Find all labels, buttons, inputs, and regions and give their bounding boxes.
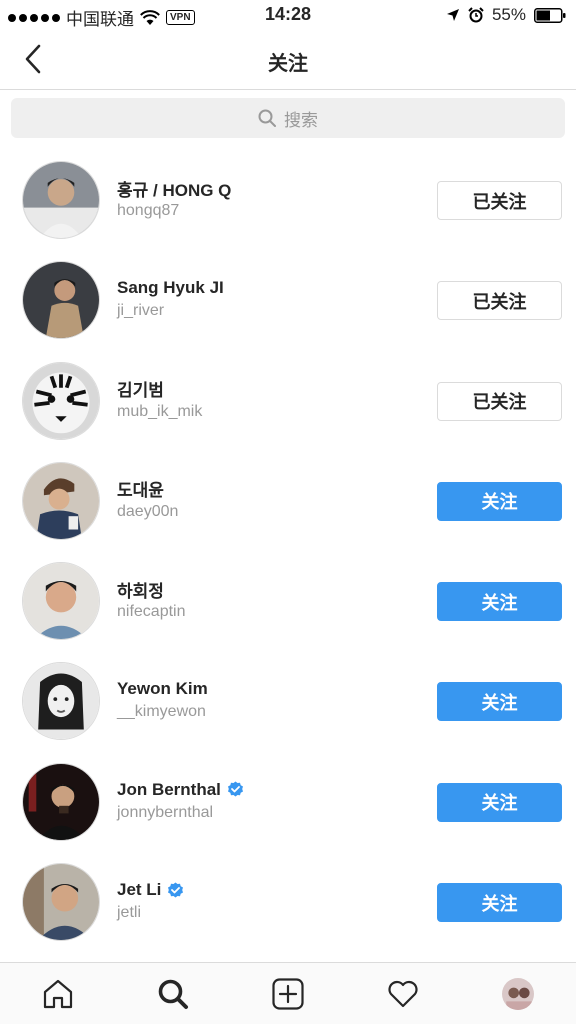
follow-button[interactable]: 关注 <box>437 582 562 622</box>
tab-search[interactable] <box>143 969 203 1019</box>
avatar[interactable] <box>22 863 100 942</box>
tab-profile[interactable] <box>488 969 548 1019</box>
tab-add-post[interactable] <box>258 969 318 1019</box>
status-right: 55% <box>446 5 566 25</box>
user-info[interactable]: Yewon Kim __kimyewon <box>117 678 208 721</box>
avatar[interactable] <box>22 261 100 340</box>
user-handle: mub_ik_mik <box>117 402 203 420</box>
follow-button[interactable]: 关注 <box>437 782 562 822</box>
avatar[interactable] <box>22 562 100 641</box>
user-handle: jetli <box>117 904 142 922</box>
user-info[interactable]: 홍규 / HONG Q hongq87 <box>117 177 231 220</box>
user-info[interactable]: Sang Hyuk JI ji_river <box>117 277 224 320</box>
user-info[interactable]: Jet Li jetli <box>117 879 184 922</box>
following-button[interactable]: 已关注 <box>437 381 562 421</box>
navigation-bar: 关注 <box>0 30 576 90</box>
list-item[interactable]: Jet Li jetli 关注 <box>0 852 576 952</box>
user-name: Jet Li <box>117 879 184 901</box>
status-bar: 中国联通 VPN 14:28 55% <box>0 0 576 30</box>
alarm-clock-icon <box>468 7 484 23</box>
avatar[interactable] <box>22 762 100 841</box>
tab-bar <box>0 962 576 1024</box>
home-icon <box>43 979 72 1008</box>
page-title: 关注 <box>268 53 308 75</box>
user-name: 하회정 <box>117 581 164 601</box>
tab-activity[interactable] <box>373 969 433 1019</box>
search-placeholder: 搜索 <box>284 110 318 130</box>
battery-percent: 55% <box>491 5 526 24</box>
heart-icon <box>388 980 418 1007</box>
profile-avatar <box>502 977 535 1010</box>
user-handle: jonnybernthal <box>117 803 214 821</box>
user-info[interactable]: 도대윤 daey00n <box>117 478 178 521</box>
user-info[interactable]: 하회정 nifecaptin <box>117 578 186 621</box>
list-item[interactable]: Sang Hyuk JI ji_river 已关注 <box>0 250 576 350</box>
user-name: Yewon Kim <box>117 679 208 699</box>
user-name: 도대윤 <box>117 481 164 501</box>
follow-button[interactable]: 关注 <box>437 481 562 521</box>
list-item[interactable]: 김기범 mub_ik_mik 已关注 <box>0 351 576 451</box>
following-button[interactable]: 已关注 <box>437 281 562 321</box>
following-list: 홍규 / HONG Q hongq87 已关注 Sang Hyuk JI ji_… <box>0 150 576 952</box>
user-handle: hongq87 <box>117 202 180 219</box>
list-item[interactable]: Jon Bernthal jonnybernthal 关注 <box>0 752 576 852</box>
avatar[interactable] <box>22 662 100 741</box>
user-name: Jon Bernthal <box>117 779 244 801</box>
user-info[interactable]: Jon Bernthal jonnybernthal <box>117 779 244 822</box>
search-input[interactable]: 搜索 <box>11 98 565 138</box>
user-handle: __kimyewon <box>117 703 206 721</box>
list-item[interactable]: 홍규 / HONG Q hongq87 已关注 <box>0 150 576 250</box>
user-info[interactable]: 김기범 mub_ik_mik <box>117 378 202 421</box>
following-button[interactable]: 已关注 <box>437 181 562 220</box>
list-item[interactable]: 도대윤 daey00n 关注 <box>0 451 576 551</box>
user-handle: nifecaptin <box>117 603 186 621</box>
list-item[interactable]: Yewon Kim __kimyewon 关注 <box>0 651 576 751</box>
user-name: Sang Hyuk JI <box>117 278 224 298</box>
user-handle: ji_river <box>117 302 165 320</box>
avatar[interactable] <box>22 161 100 239</box>
list-item[interactable]: 하회정 nifecaptin 关注 <box>0 551 576 651</box>
follow-button[interactable]: 关注 <box>437 883 562 923</box>
location-arrow-icon <box>446 9 459 21</box>
search-icon <box>158 979 188 1009</box>
verified-badge-icon <box>168 882 184 898</box>
battery-icon <box>534 7 566 23</box>
avatar[interactable] <box>22 361 100 440</box>
tab-home[interactable] <box>28 969 88 1019</box>
follow-button[interactable]: 关注 <box>437 682 562 722</box>
user-name: 김기범 <box>117 381 164 401</box>
verified-badge-icon <box>227 781 243 797</box>
avatar[interactable] <box>22 461 100 540</box>
user-handle: daey00n <box>117 502 179 520</box>
user-name: 홍규 / HONG Q <box>117 180 232 200</box>
search-icon <box>258 109 276 127</box>
add-post-icon <box>272 977 304 1010</box>
